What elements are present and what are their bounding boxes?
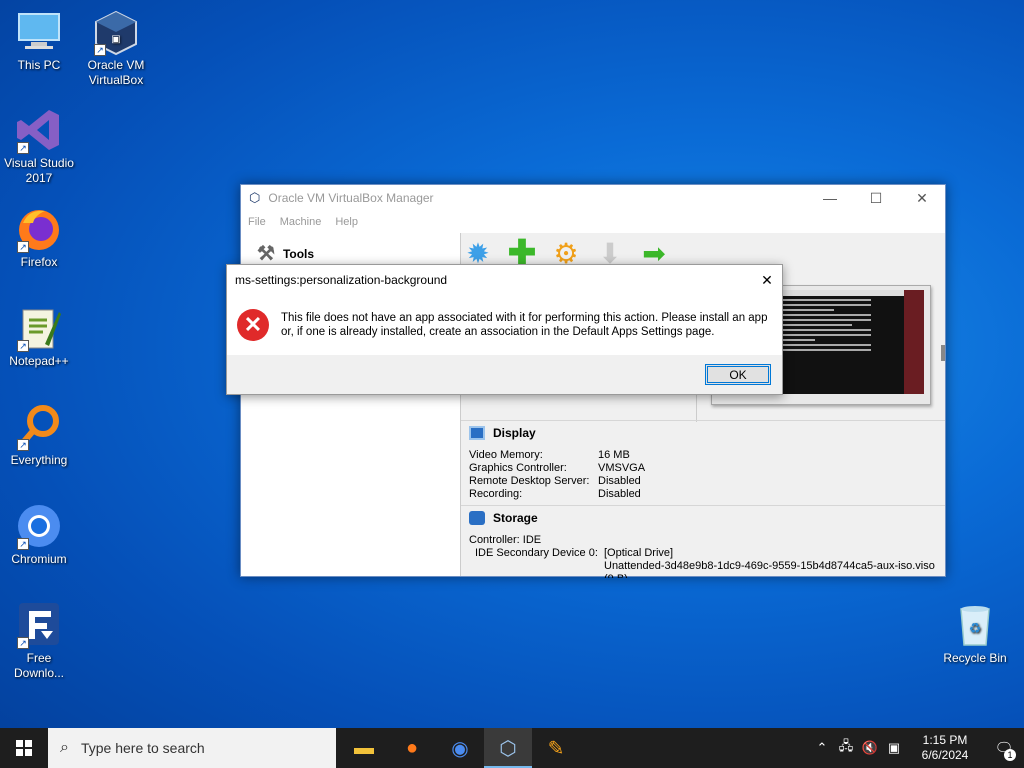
desktop-icon-chromium[interactable]: ↗ Chromium	[0, 502, 78, 567]
error-dialog: ms-settings:personalization-background ✕…	[226, 264, 783, 395]
detail-row: Graphics Controller: VMSVGA	[469, 462, 646, 474]
svg-text:♻: ♻	[969, 621, 982, 637]
desktop-icon-everything[interactable]: ↗ Everything	[0, 403, 78, 468]
desktop-icon-free-download-manager[interactable]: ↗ Free Downlo...	[0, 601, 78, 681]
computer-icon	[15, 8, 63, 56]
desktop-icon-label: Notepad++	[9, 354, 69, 368]
window-controls: — ☐ ✕	[807, 185, 945, 211]
detail-row: Recording: Disabled	[469, 488, 641, 500]
monitor-icon	[469, 426, 485, 440]
desktop-icon-label: This PC	[17, 58, 61, 72]
taskbar-search-box[interactable]: ⌕ Type here to search	[48, 728, 336, 768]
desktop-icon-this-pc[interactable]: This PC	[0, 8, 78, 73]
desktop-icon-virtualbox[interactable]: ▣ ↗ Oracle VM VirtualBox	[77, 8, 155, 88]
scrollbar-thumb[interactable]	[941, 345, 945, 361]
dialog-title: ms-settings:personalization-background	[227, 265, 782, 295]
dialog-message: This file does not have an app associate…	[281, 312, 768, 338]
clock-time: 1:15 PM	[922, 733, 968, 747]
desktop-icon-label: Visual Studio 2017	[4, 156, 74, 185]
taskbar-apps: ▬ ● ◉ ⬡ ✎	[340, 728, 580, 768]
notification-count: 1	[1004, 749, 1016, 761]
menu-file[interactable]: File	[248, 216, 266, 228]
firefox-icon[interactable]: ●	[388, 728, 436, 768]
desktop-icon-label: Free Downlo...	[13, 651, 65, 680]
shortcut-arrow-icon: ↗	[17, 637, 29, 649]
display-heading[interactable]: Display	[461, 421, 945, 445]
chromium-icon: ↗	[15, 502, 63, 550]
svg-text:▣: ▣	[111, 34, 120, 45]
display-section: Display Video Memory: 16 MB Graphics Cont…	[461, 420, 945, 501]
dialog-close-icon[interactable]: ✕	[752, 265, 782, 295]
desktop-icon-label: Oracle VM VirtualBox	[87, 58, 145, 87]
download-manager-icon: ↗	[15, 601, 63, 649]
storage-device-row: IDE Secondary Device 0: [Optical Drive]	[475, 547, 674, 559]
shortcut-arrow-icon: ↗	[17, 538, 29, 550]
menu-help[interactable]: Help	[335, 216, 358, 228]
firefox-icon: ↗	[15, 205, 63, 253]
menu-bar: File Machine Help	[241, 211, 945, 233]
tools-icon: ⚒	[257, 243, 275, 265]
desktop-icon-label: Chromium	[11, 552, 67, 566]
magnifier-icon: ↗	[15, 403, 63, 451]
volume-muted-icon[interactable]: 🔇	[858, 740, 882, 756]
storage-controller: Controller: IDE	[469, 534, 542, 546]
minimize-button[interactable]: —	[807, 185, 853, 211]
tools-label: Tools	[282, 246, 315, 261]
clock[interactable]: 1:15 PM 6/6/2024	[906, 733, 984, 763]
virtualbox-icon[interactable]: ⬡	[484, 728, 532, 768]
start-button[interactable]	[0, 728, 48, 768]
shortcut-arrow-icon: ↗	[17, 142, 29, 154]
menu-machine[interactable]: Machine	[280, 216, 322, 228]
ok-button[interactable]: OK	[705, 364, 771, 385]
recycle-bin-icon: ♻	[951, 601, 999, 649]
storage-device-file: Unattended-3d48e9b8-1dc9-469c-9559-15b4d…	[604, 560, 935, 572]
storage-device-size: (9 B)	[461, 573, 945, 578]
taskbar: ⌕ Type here to search ▬ ● ◉ ⬡ ✎ ⌃ 🖧 🔇 ▣ …	[0, 728, 1024, 768]
clock-date: 6/6/2024	[921, 748, 969, 762]
detail-row: Video Memory: 16 MB	[469, 449, 630, 461]
maximize-button[interactable]: ☐	[853, 185, 899, 211]
shortcut-arrow-icon: ↗	[17, 439, 29, 451]
detail-row: Remote Desktop Server: Disabled	[469, 475, 641, 487]
close-button[interactable]: ✕	[899, 185, 945, 211]
display-icon[interactable]: ▣	[882, 740, 906, 756]
desktop-icon-notepad-plus-plus[interactable]: ↗ Notepad++	[0, 304, 78, 369]
virtualbox-icon: ▣ ↗	[92, 8, 140, 56]
virtualbox-icon: ⬡	[249, 190, 261, 205]
notification-center-icon[interactable]: 🗨 1	[984, 739, 1024, 761]
storage-section: Storage Controller: IDE IDE Secondary De…	[461, 505, 945, 578]
chromium-icon[interactable]: ◉	[436, 728, 484, 768]
windows-logo-icon	[16, 740, 32, 756]
chevron-up-icon[interactable]: ⌃	[810, 740, 834, 756]
desktop-icon-label: Firefox	[20, 255, 58, 269]
network-icon[interactable]: 🖧	[834, 737, 858, 759]
window-title: Oracle VM VirtualBox Manager	[268, 191, 434, 205]
storage-heading[interactable]: Storage	[461, 506, 945, 530]
search-icon: ⌕	[60, 739, 69, 756]
file-explorer-icon[interactable]: ▬	[340, 728, 388, 768]
system-tray: ⌃ 🖧 🔇 ▣ 1:15 PM 6/6/2024 🗨 1	[810, 728, 1024, 768]
notepad-plus-plus-icon: ↗	[15, 304, 63, 352]
shortcut-arrow-icon: ↗	[17, 241, 29, 253]
shortcut-arrow-icon: ↗	[17, 340, 29, 352]
visual-studio-icon: ↗	[15, 106, 63, 154]
desktop-icon-recycle-bin[interactable]: ♻ Recycle Bin	[936, 601, 1014, 666]
error-icon: ✕	[237, 309, 269, 341]
notepad-plus-plus-icon[interactable]: ✎	[532, 728, 580, 768]
search-placeholder: Type here to search	[80, 740, 205, 756]
desktop-icon-visual-studio[interactable]: ↗ Visual Studio 2017	[0, 106, 78, 186]
desktop-icon-label: Everything	[10, 453, 68, 467]
shortcut-arrow-icon: ↗	[94, 44, 106, 56]
desktop-icon-firefox[interactable]: ↗ Firefox	[0, 205, 78, 270]
desktop-icon-label: Recycle Bin	[943, 651, 1007, 665]
storage-icon	[469, 511, 485, 525]
